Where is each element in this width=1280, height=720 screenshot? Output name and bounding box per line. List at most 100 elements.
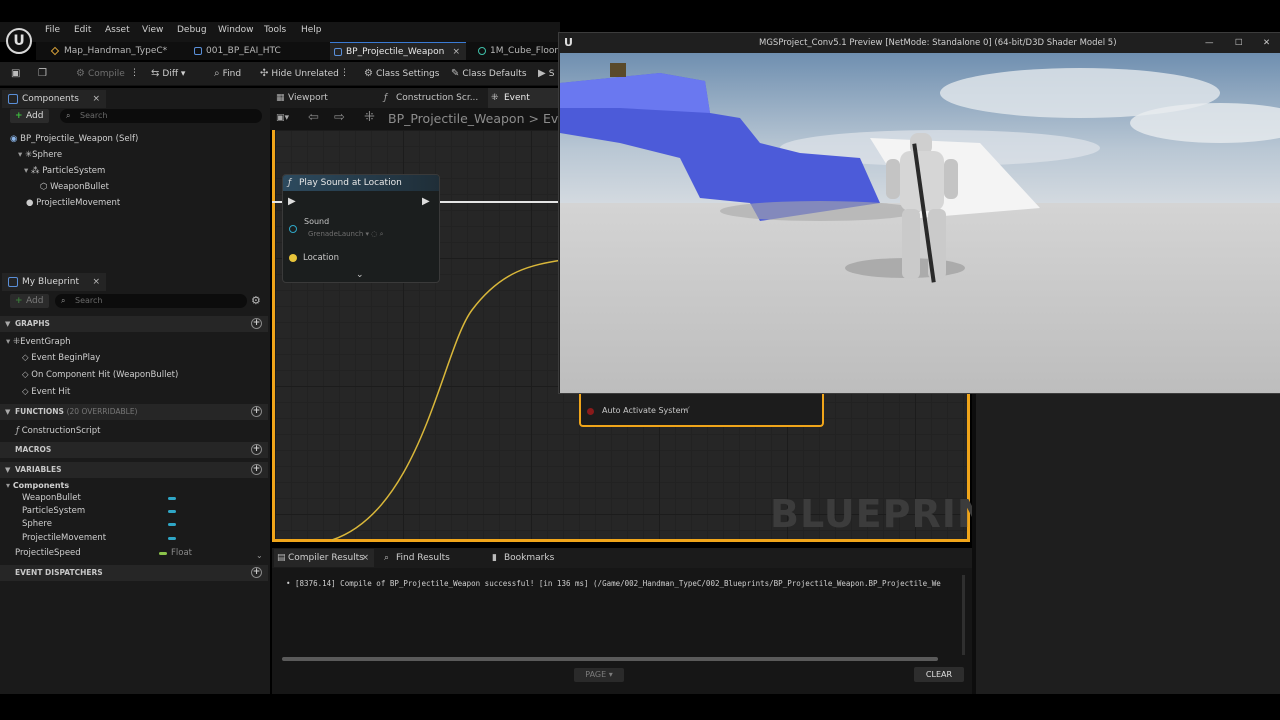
add-macro-icon[interactable]: +	[251, 444, 262, 455]
tab-find-results[interactable]: ⌕ Find Results	[382, 549, 472, 567]
location-pin[interactable]	[289, 254, 297, 262]
tab-viewport[interactable]: ▦ Viewport	[272, 88, 372, 108]
menu-debug[interactable]: Debug	[177, 25, 207, 35]
components-add-button[interactable]: + Add	[10, 109, 50, 123]
components-panel-tab[interactable]: Components ×	[2, 90, 106, 108]
component-self[interactable]: ◉ BP_Projectile_Weapon (Self)	[10, 134, 138, 144]
horizontal-scrollbar[interactable]	[282, 657, 938, 661]
compile-options-icon[interactable]: ⋮	[130, 68, 139, 78]
chevron-down-icon[interactable]: ▾	[6, 481, 10, 490]
event-item[interactable]: ◇ Event Hit	[22, 387, 70, 397]
minimize-button[interactable]: —	[1205, 33, 1214, 53]
variable-projectile-speed[interactable]: ProjectileSpeed	[15, 548, 81, 558]
save-icon[interactable]: ▣	[11, 68, 23, 79]
variable-item[interactable]: ParticleSystem	[22, 506, 85, 516]
close-tab-icon[interactable]: ×	[452, 43, 460, 61]
add-variable-icon[interactable]: +	[251, 464, 262, 475]
event-graph-item[interactable]: ▾ ⁜EventGraph	[6, 337, 71, 347]
menu-edit[interactable]: Edit	[74, 25, 91, 35]
my-blueprint-search-input[interactable]: ⌕ Search	[55, 294, 247, 308]
gear-icon[interactable]: ⚙	[251, 294, 261, 307]
chevron-down-icon[interactable]: ▾	[24, 166, 28, 176]
variables-components-group[interactable]: ▾ Components	[6, 481, 69, 490]
variable-item[interactable]: WeaponBullet	[22, 493, 81, 503]
close-panel-icon[interactable]: ×	[92, 273, 100, 291]
tab-compiler-results[interactable]: ▤ Compiler Results ×	[274, 549, 374, 567]
add-dispatcher-icon[interactable]: +	[251, 567, 262, 578]
variable-item[interactable]: Sphere	[22, 519, 52, 529]
menu-view[interactable]: View	[142, 25, 163, 35]
chevron-down-icon[interactable]: ▾	[6, 337, 10, 347]
variables-section-header[interactable]: ▼ VARIABLES +	[0, 462, 268, 478]
menu-help[interactable]: Help	[301, 25, 322, 35]
my-blueprint-panel-tab[interactable]: My Blueprint ×	[2, 273, 106, 291]
collapse-icon[interactable]: ⌄	[256, 551, 263, 560]
compile-log-entry[interactable]: • [8376.14] Compile of BP_Projectile_Wea…	[286, 579, 966, 588]
diff-button[interactable]: ⇆ Diff ▾	[151, 68, 185, 79]
close-panel-icon[interactable]: ×	[92, 90, 100, 108]
add-function-icon[interactable]: +	[251, 406, 262, 417]
component-label: Sphere	[32, 150, 63, 160]
preview-title-bar[interactable]: U MGSProject_Conv5.1 Preview [NetMode: S…	[559, 33, 1280, 53]
breadcrumb-blueprint[interactable]: BP_Projectile_Weapon	[388, 111, 525, 126]
add-graph-icon[interactable]: +	[251, 318, 262, 329]
macros-section-header[interactable]: MACROS +	[0, 442, 268, 458]
page-dropdown[interactable]: PAGE ▾	[574, 668, 624, 682]
sound-asset-picker[interactable]: GrenadeLaunch ▾ ◌ ⌕	[308, 230, 384, 239]
play-sound-node-header[interactable]: ƒ Play Sound at Location	[283, 175, 439, 191]
menu-asset[interactable]: Asset	[105, 25, 130, 35]
my-blueprint-add-button[interactable]: + Add	[10, 294, 50, 308]
static-mesh-icon: ⬡	[40, 182, 48, 192]
event-item[interactable]: ◇ Event BeginPlay	[22, 353, 100, 363]
variable-item[interactable]: ProjectileMovement	[22, 533, 106, 543]
component-weapon-bullet[interactable]: ⬡ WeaponBullet	[40, 182, 109, 192]
tab-bookmarks[interactable]: ▮ Bookmarks	[490, 549, 580, 567]
component-projectile-movement[interactable]: ● ProjectileMovement	[26, 198, 120, 208]
tab-event-graph[interactable]: ⁜Event Graph	[488, 88, 560, 123]
lock-icon[interactable]: ▣▾	[276, 113, 289, 123]
browse-icon[interactable]: ◌	[371, 230, 377, 238]
doc-tab-cube-floor[interactable]: 1M_Cube_Floor	[474, 42, 560, 60]
class-settings-button[interactable]: ⚙ Class Settings	[364, 68, 439, 79]
unreal-logo-icon[interactable]: U	[6, 28, 32, 54]
maximize-button[interactable]: ☐	[1235, 33, 1243, 53]
graphs-section-header[interactable]: ▼ GRAPHS +	[0, 316, 268, 332]
construction-script-item[interactable]: ƒ ConstructionScript	[16, 426, 100, 436]
menu-file[interactable]: File	[45, 25, 60, 35]
functions-section-header[interactable]: ▼ FUNCTIONS (20 OVERRIDABLE) +	[0, 404, 268, 420]
auto-activate-checkbox[interactable]: ✓	[684, 405, 692, 415]
event-dispatchers-section-header[interactable]: EVENT DISPATCHERS +	[0, 565, 268, 581]
search-icon[interactable]: ⌕	[380, 230, 384, 238]
game-viewport[interactable]	[560, 53, 1280, 393]
shadow	[720, 201, 920, 221]
browse-icon[interactable]: ❐	[38, 68, 50, 79]
component-particle-system[interactable]: ▾ ⁂ ParticleSystem	[24, 166, 105, 176]
chevron-down-icon[interactable]: ▾	[18, 150, 22, 160]
bool-pin[interactable]	[587, 408, 594, 415]
components-search-input[interactable]: ⌕ Search	[60, 109, 262, 123]
chevron-down-icon[interactable]: ⌄	[356, 270, 364, 280]
close-button[interactable]: ✕	[1263, 33, 1270, 53]
simulate-button[interactable]: ▶ S	[538, 68, 554, 79]
doc-tab-eai[interactable]: 001_BP_EAI_HTC	[190, 42, 320, 60]
menu-tools[interactable]: Tools	[264, 25, 286, 35]
doc-tab-map[interactable]: Map_Handman_TypeC*	[48, 42, 184, 60]
component-sphere[interactable]: ▾ ✳Sphere	[18, 150, 62, 160]
sound-pin[interactable]	[289, 225, 297, 233]
exec-out-pin[interactable]: ▶	[422, 196, 430, 207]
hide-unrelated-button[interactable]: ✣ Hide Unrelated	[260, 68, 339, 79]
class-defaults-button[interactable]: ✎ Class Defaults	[451, 68, 527, 79]
back-arrow-icon[interactable]: ⇦	[308, 110, 319, 125]
event-item[interactable]: ◇ On Component Hit (WeaponBullet)	[22, 370, 178, 380]
close-tab-icon[interactable]: ×	[361, 549, 369, 567]
clear-button[interactable]: CLEAR	[914, 667, 964, 682]
exec-in-pin[interactable]: ▶	[288, 196, 296, 207]
find-button[interactable]: ⌕ Find	[214, 68, 241, 79]
forward-arrow-icon[interactable]: ⇨	[334, 110, 345, 125]
hide-unrelated-options-icon[interactable]: ⋮	[340, 68, 349, 78]
compile-button[interactable]: ⚙ Compile	[76, 68, 125, 79]
doc-tab-projectile-weapon[interactable]: BP_Projectile_Weapon ×	[330, 42, 466, 60]
menu-window[interactable]: Window	[218, 25, 254, 35]
tab-construction-script[interactable]: ƒ Construction Scr...	[380, 88, 484, 108]
vertical-scrollbar[interactable]	[962, 575, 965, 655]
